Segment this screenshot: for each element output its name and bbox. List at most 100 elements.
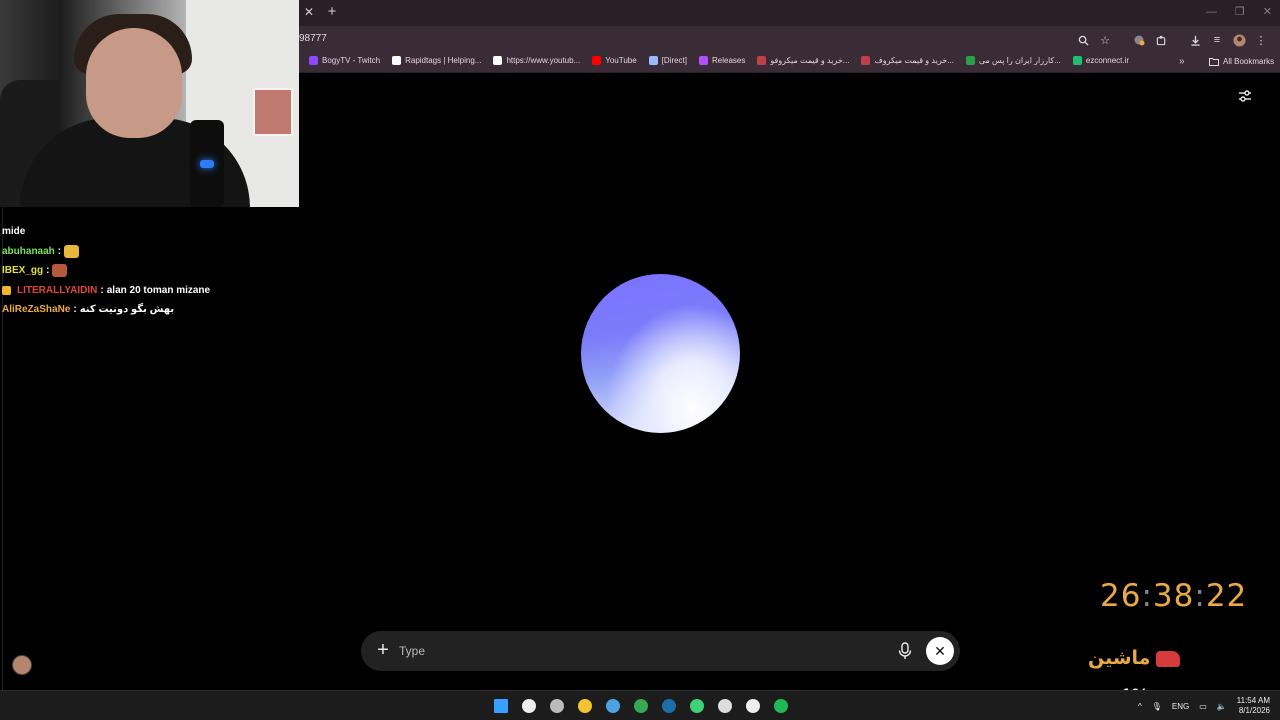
bookmark-item[interactable]: خرید و قیمت میکروفو...	[757, 56, 849, 65]
address-bar-actions: ☆ ≡ ⋮	[1072, 29, 1272, 51]
minimize-icon[interactable]: —	[1206, 2, 1217, 22]
timer-hours: 26	[1100, 578, 1142, 614]
webcam-microphone-light	[200, 160, 214, 168]
settings-sliders-icon[interactable]	[1237, 88, 1253, 104]
google-icon	[493, 56, 503, 65]
bookmark-label: https://www.youtub...	[506, 56, 581, 65]
bookmark-label: خرید و قیمت میکروف...	[874, 56, 954, 65]
vpn-icon-glyph	[606, 699, 620, 713]
close-tab-icon[interactable]: ✕	[302, 5, 316, 19]
browser-menu-icon[interactable]: ⋮	[1250, 29, 1272, 51]
chrome-icon[interactable]	[631, 696, 651, 716]
bookmark-item[interactable]: BogyTV - Twitch	[309, 56, 380, 65]
voice-orb	[581, 274, 740, 433]
rapidtags-icon	[392, 56, 402, 65]
releases-icon	[699, 56, 709, 65]
bookmark-item[interactable]: خرید و قیمت میکروف...	[861, 56, 954, 65]
timer-separator: :	[1141, 578, 1153, 614]
car-goal-label: ماشین	[1088, 647, 1181, 670]
extensions-puzzle-icon[interactable]	[1150, 29, 1172, 51]
message-input[interactable]	[399, 639, 879, 663]
shop-icon	[861, 56, 871, 65]
tray-mic-icon[interactable]: 🎙	[1152, 702, 1162, 711]
add-attachment-button[interactable]: +	[373, 640, 393, 660]
end-voice-button[interactable]: ✕	[926, 637, 954, 665]
folder-icon	[1209, 58, 1219, 66]
shop-icon	[757, 56, 767, 65]
bookmark-item[interactable]: Rapidtags | Helping...	[392, 56, 481, 65]
car-goal-text: ماشین	[1088, 648, 1151, 669]
youtube-icon	[592, 56, 602, 65]
steam-icon[interactable]	[659, 696, 679, 716]
search-icon-glyph	[522, 699, 536, 713]
timer-seconds: 22	[1205, 578, 1248, 614]
bookmark-list: BogyTV - Twitch Rapidtags | Helping... htt…	[309, 56, 1129, 65]
more-bookmarks-chevron-icon[interactable]: »	[1179, 56, 1185, 67]
extension-badge-icon[interactable]	[1128, 29, 1150, 51]
volume-icon[interactable]: 🔈	[1217, 702, 1227, 711]
ezconnect-icon	[1072, 56, 1082, 65]
language-indicator[interactable]: ENG	[1172, 702, 1189, 711]
media-control-icon[interactable]: ≡	[1206, 29, 1228, 51]
bookmark-item[interactable]: Releases	[699, 56, 745, 65]
taskbar-apps	[491, 696, 791, 716]
task-view-icon[interactable]	[547, 696, 567, 716]
chat-message: abuhanaah:	[2, 242, 298, 262]
task-view-icon-glyph	[550, 699, 564, 713]
chat-username: IBEX_gg	[2, 265, 44, 276]
all-bookmarks-label: All Bookmarks	[1223, 57, 1275, 66]
bookmark-item[interactable]: YouTube	[592, 56, 637, 65]
timer-separator: :	[1194, 578, 1206, 614]
chat-text: بهش بگو دونیت کنه	[79, 304, 175, 315]
bookmark-star-icon[interactable]: ☆	[1094, 29, 1116, 51]
url-field[interactable]: 98777	[299, 33, 327, 44]
chat-username: LITERALLYAIDIN	[17, 284, 98, 296]
taskbar-clock[interactable]: 11:54 AM 8/1/2026	[1237, 696, 1270, 716]
file-explorer-icon-glyph	[578, 699, 592, 713]
spotify-icon-glyph	[774, 699, 788, 713]
bookmark-label: ezconnect.ir	[1085, 56, 1130, 65]
search-icon[interactable]	[519, 696, 539, 716]
chat-colon: :	[73, 304, 77, 315]
profile-avatar-icon[interactable]	[1228, 29, 1250, 51]
steam-icon-glyph	[662, 699, 676, 713]
microphone-icon[interactable]	[898, 642, 912, 660]
composer-bar: + ✕	[361, 631, 960, 671]
chat-message: LITERALLYAIDIN: alan 20 toman mizane	[2, 281, 298, 301]
windows-start-icon[interactable]	[491, 696, 511, 716]
network-icon[interactable]: ▭	[1199, 702, 1207, 711]
maximize-icon[interactable]: ❐	[1235, 2, 1245, 22]
bookmark-item[interactable]: ezconnect.ir	[1072, 56, 1130, 65]
chrome-icon-glyph	[634, 699, 648, 713]
chat-colon: :	[57, 245, 62, 257]
chat-text: mide	[2, 226, 26, 237]
bookmark-label: خرید و قیمت میکروفو...	[770, 56, 850, 65]
obs-icon[interactable]	[715, 696, 735, 716]
window-close-icon[interactable]: ✕	[1263, 2, 1272, 22]
new-tab-button[interactable]: +	[324, 3, 340, 21]
windows-start-icon-glyph	[494, 699, 508, 713]
bookmark-item[interactable]: کارزار ایران را پس می...	[965, 56, 1061, 65]
headphones-icon	[648, 56, 658, 65]
vpn-icon[interactable]	[603, 696, 623, 716]
bookmark-item[interactable]: https://www.youtub...	[493, 56, 580, 65]
all-bookmarks-button[interactable]: All Bookmarks	[1209, 57, 1274, 66]
system-tray: ^ 🎙 ENG ▭ 🔈 11:54 AM 8/1/2026	[1138, 691, 1280, 720]
bookmark-label: Releases	[712, 56, 746, 65]
spotify-icon[interactable]	[771, 696, 791, 716]
tray-chevron-icon[interactable]: ^	[1138, 702, 1142, 711]
app-icon[interactable]	[687, 696, 707, 716]
logitech-icon[interactable]	[743, 696, 763, 716]
bookmark-label: [Direct]	[661, 56, 688, 65]
car-icon	[1156, 650, 1181, 667]
webcam-poster	[253, 88, 293, 136]
bookmark-label: کارزار ایران را پس می...	[978, 56, 1061, 65]
timer-minutes: 38	[1152, 578, 1195, 614]
twitch-icon	[309, 56, 318, 65]
windows-taskbar: ^ 🎙 ENG ▭ 🔈 11:54 AM 8/1/2026	[0, 690, 1280, 720]
download-icon[interactable]	[1184, 29, 1206, 51]
file-explorer-icon[interactable]	[575, 696, 595, 716]
bookmark-item[interactable]: [Direct]	[648, 56, 688, 65]
zoom-icon[interactable]	[1072, 29, 1094, 51]
